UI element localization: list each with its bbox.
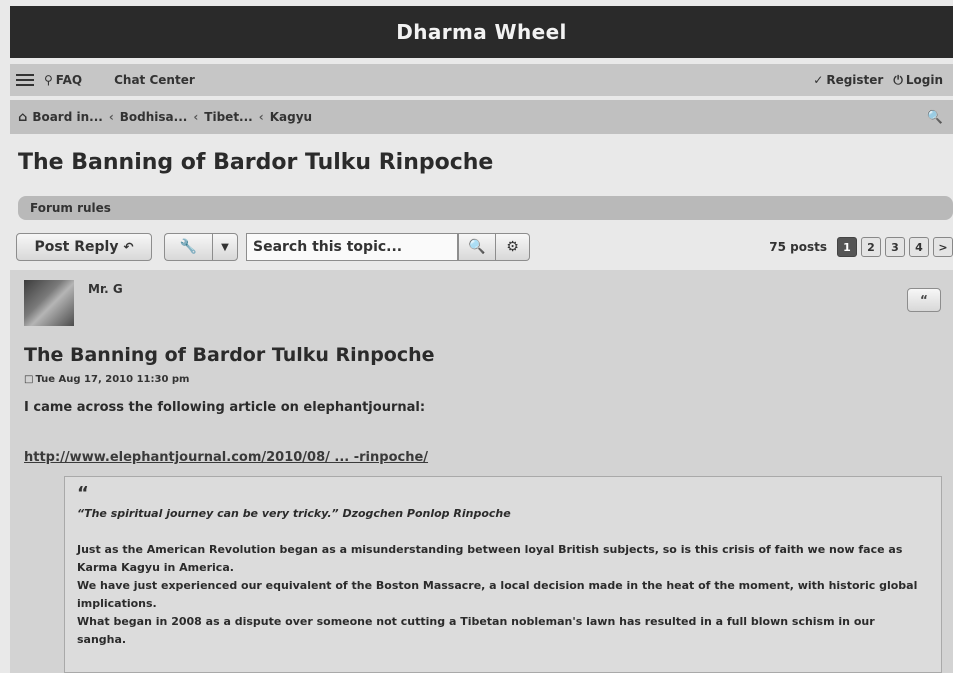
quote-button[interactable]: “ bbox=[907, 288, 941, 312]
breadcrumb-separator: ‹ bbox=[258, 110, 264, 124]
post-intro: I came across the following article on e… bbox=[24, 400, 426, 415]
pagination: 75 posts 1 2 3 4 > bbox=[769, 237, 953, 257]
register-link[interactable]: ✓ Register bbox=[813, 73, 883, 87]
next-page[interactable]: > bbox=[933, 237, 953, 257]
breadcrumb: ⌂ Board in... ‹ Bodhisa... ‹ Tibet... ‹ … bbox=[10, 100, 953, 134]
quote-paragraph: We have just experienced our equivalent … bbox=[77, 579, 918, 610]
post-date: □ Tue Aug 17, 2010 11:30 pm bbox=[24, 374, 189, 385]
breadcrumb-item-bodhisattva[interactable]: Bodhisa... bbox=[120, 110, 188, 124]
search-topic-input[interactable] bbox=[246, 233, 458, 261]
post-count: 75 posts bbox=[769, 240, 827, 254]
quote-paragraph: What began in 2008 as a dispute over som… bbox=[77, 615, 875, 646]
search-icon: 🔍 bbox=[468, 239, 486, 255]
search-icon[interactable]: 🔍 bbox=[927, 110, 943, 125]
page-3[interactable]: 3 bbox=[885, 237, 905, 257]
page-1[interactable]: 1 bbox=[837, 237, 857, 257]
post-author[interactable]: Mr. G bbox=[88, 282, 123, 296]
page-title[interactable]: The Banning of Bardor Tulku Rinpoche bbox=[18, 150, 493, 175]
post-link[interactable]: http://www.elephantjournal.com/2010/08/ … bbox=[24, 450, 428, 465]
post: Mr. G “ The Banning of Bardor Tulku Rinp… bbox=[10, 270, 953, 673]
quote-body: Just as the American Revolution began as… bbox=[77, 541, 927, 649]
login-link[interactable]: ⏻ Login bbox=[893, 73, 943, 88]
quote-paragraph: Just as the American Revolution began as… bbox=[77, 543, 903, 574]
nav-left: ⚲ FAQ Chat Center bbox=[10, 73, 227, 87]
topic-tools-button[interactable]: 🔧 bbox=[164, 233, 212, 261]
forum-rules-label: Forum rules bbox=[30, 201, 111, 215]
page-4[interactable]: 4 bbox=[909, 237, 929, 257]
breadcrumb-item-board[interactable]: Board in... bbox=[32, 110, 103, 124]
question-icon: ⚲ bbox=[44, 73, 53, 87]
pencil-icon: ✓ bbox=[813, 73, 824, 87]
quote-mark: “ bbox=[77, 483, 89, 504]
nav-bar: ⚲ FAQ Chat Center ✓ Register ⏻ Login bbox=[10, 64, 953, 96]
post-reply-label: Post Reply bbox=[34, 239, 119, 255]
post-date-text: Tue Aug 17, 2010 11:30 pm bbox=[35, 374, 190, 385]
top-header: Dharma Wheel bbox=[10, 6, 953, 58]
login-label: Login bbox=[905, 73, 943, 87]
forum-rules-bar[interactable]: Forum rules bbox=[18, 196, 953, 220]
post-title[interactable]: The Banning of Bardor Tulku Rinpoche bbox=[24, 344, 435, 366]
site-title[interactable]: Dharma Wheel bbox=[396, 20, 567, 44]
wrench-icon: 🔧 bbox=[179, 239, 198, 255]
power-icon: ⏻ bbox=[893, 72, 903, 87]
quote-epigraph: “The spiritual journey can be very trick… bbox=[77, 507, 511, 520]
breadcrumb-separator: ‹ bbox=[193, 110, 199, 124]
breadcrumb-separator: ‹ bbox=[108, 110, 114, 124]
register-label: Register bbox=[826, 73, 884, 87]
quote-icon: “ bbox=[920, 293, 928, 307]
breadcrumb-item-kagyu[interactable]: Kagyu bbox=[270, 110, 312, 124]
gear-icon: ⚙ bbox=[506, 239, 519, 255]
chat-center-link[interactable]: Chat Center bbox=[114, 73, 195, 87]
post-reply-button[interactable]: Post Reply ↶ bbox=[16, 233, 152, 261]
faq-label: FAQ bbox=[55, 73, 83, 87]
chevron-down-icon: ▼ bbox=[221, 241, 229, 253]
faq-link[interactable]: ⚲ FAQ bbox=[44, 73, 82, 87]
topic-action-bar: Post Reply ↶ 🔧 ▼ 🔍 ⚙ 75 posts 1 2 3 4 > bbox=[16, 232, 953, 262]
search-button[interactable]: 🔍 bbox=[458, 233, 496, 261]
chat-center-label: Chat Center bbox=[114, 73, 195, 87]
advanced-search-button[interactable]: ⚙ bbox=[496, 233, 530, 261]
page-2[interactable]: 2 bbox=[861, 237, 881, 257]
quote-block: “ “The spiritual journey can be very tri… bbox=[64, 476, 942, 673]
breadcrumb-item-tibet[interactable]: Tibet... bbox=[204, 110, 252, 124]
reply-arrow-icon: ↶ bbox=[123, 240, 134, 254]
document-icon[interactable]: □ bbox=[24, 374, 33, 385]
topic-tools-dropdown[interactable]: ▼ bbox=[212, 233, 238, 261]
avatar[interactable] bbox=[24, 280, 74, 326]
nav-right: ✓ Register ⏻ Login bbox=[813, 73, 953, 88]
home-icon[interactable]: ⌂ bbox=[18, 110, 27, 125]
hamburger-menu-icon[interactable] bbox=[16, 74, 34, 86]
